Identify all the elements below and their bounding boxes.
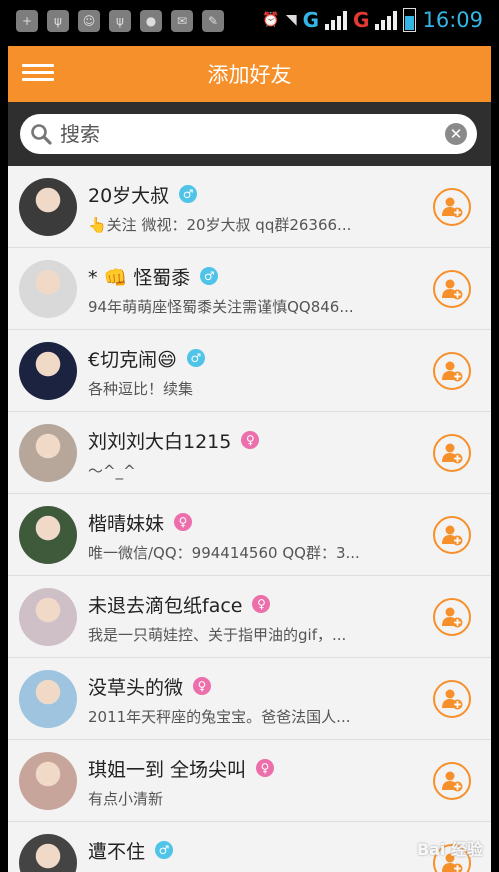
network-type-1: G [302,8,320,32]
signal-icon-2 [375,10,398,30]
friend-description: 有点小清新 [88,790,164,808]
avatar[interactable] [19,588,77,646]
male-icon: ♂ [179,185,198,203]
add-friend-button[interactable] [433,762,471,800]
friend-description: 👆关注 微视：20岁大叔 qq群26366... [88,216,352,234]
friend-description: 94年萌萌座怪蜀黍关注需谨慎QQ846... [88,298,354,316]
clock: 16:09 [422,8,483,32]
friend-description: 我是一只萌娃控、关于指甲油的gif，... [88,626,347,644]
add-friend-button[interactable] [433,188,471,226]
friend-row[interactable]: 琪姐一到 全场尖叫 ♀ 有点小清新 [8,740,491,822]
search-icon [31,124,52,145]
male-icon: ♂ [155,841,174,859]
friend-name: * 👊 怪蜀黍 [88,266,191,289]
title-bar: 添加好友 [8,46,491,102]
mail-icon: ✉ [171,10,193,32]
usb-debug-icon: ψ [109,10,131,32]
friend-name: 遭不住 [88,840,146,863]
name-line: 琪姐一到 全场尖叫 ♀ [88,755,275,781]
add-user-icon [442,197,463,218]
friend-row[interactable]: * 👊 怪蜀黍 ♂ 94年萌萌座怪蜀黍关注需谨慎QQ846... [8,248,491,330]
friend-row[interactable]: 未退去滴包纸face ♀ 我是一只萌娃控、关于指甲油的gif，... [8,576,491,658]
app-notification-icon: ● [140,10,162,32]
add-user-icon [442,279,463,300]
add-user-icon [442,689,463,710]
friend-description: 各种逗比！续集 [88,380,194,398]
name-line: 未退去滴包纸face ♀ [88,591,271,617]
add-user-icon [442,443,463,464]
add-friend-button[interactable] [433,680,471,718]
friend-row[interactable]: 没草头的微 ♀ 2011年天秤座的兔宝宝。爸爸法国人... [8,658,491,740]
male-icon: ♂ [200,267,219,285]
female-icon: ♀ [193,677,212,695]
avatar[interactable] [19,670,77,728]
alarm-icon: ⏰ [262,12,280,28]
add-friend-button[interactable] [433,270,471,308]
network-type-2: G [353,8,370,32]
friend-name: 刘刘刘大白1215 [88,430,232,453]
avatar[interactable] [19,260,77,318]
name-line: 20岁大叔 ♂ [88,181,198,207]
add-user-icon [442,525,463,546]
usb-icon: ψ [47,10,69,32]
avatar[interactable] [19,752,77,810]
friend-description: 唯一微信/QQ：994414560 QQ群：3... [88,544,360,562]
friend-row[interactable]: 20岁大叔 ♂ 👆关注 微视：20岁大叔 qq群26366... [8,166,491,248]
friend-row[interactable]: 刘刘刘大白1215 ♀ ～^_^ [8,412,491,494]
friend-name: 20岁大叔 [88,184,170,207]
avatar[interactable] [19,178,77,236]
add-user-icon [442,361,463,382]
male-icon: ♂ [186,349,205,367]
friend-row[interactable]: 楷晴妹妹 ♀ 唯一微信/QQ：994414560 QQ群：3... [8,494,491,576]
female-icon: ♀ [256,759,275,777]
name-line: * 👊 怪蜀黍 ♂ [88,263,219,289]
battery-icon [403,8,417,32]
name-line: 遭不住 ♂ [88,837,174,863]
clear-search-button[interactable]: ✕ [445,123,467,145]
edit-icon: ✎ [202,10,224,32]
avatar[interactable] [19,342,77,400]
page-title: 添加好友 [207,63,292,87]
search-box[interactable]: ✕ [20,114,477,154]
friend-name: 未退去滴包纸face [88,594,243,617]
friend-description: 2011年天秤座的兔宝宝。爸爸法国人... [88,708,351,726]
name-line: €切克闹😄 ♂ [88,345,205,371]
friend-row[interactable]: €切克闹😄 ♂ 各种逗比！续集 [8,330,491,412]
friend-name: 琪姐一到 全场尖叫 [88,758,247,781]
add-friend-button[interactable] [433,434,471,472]
android-icon: ☺ [78,10,100,32]
add-notification-icon: + [16,10,38,32]
search-input[interactable] [60,121,440,147]
add-user-icon [442,607,463,628]
name-line: 没草头的微 ♀ [88,673,212,699]
friend-name: 没草头的微 [88,676,184,699]
avatar[interactable] [19,424,77,482]
system-icons: ⏰ ◥ G G 16:09 [262,8,483,32]
add-friend-button[interactable] [433,516,471,554]
name-line: 楷晴妹妹 ♀ [88,509,193,535]
female-icon: ♀ [252,595,271,613]
friend-name: €切克闹😄 [88,348,177,371]
friend-name: 楷晴妹妹 [88,512,165,535]
search-bar: ✕ [8,102,491,166]
status-bar: + ψ ☺ ψ ● ✉ ✎ ⏰ ◥ G G 16:09 [8,0,491,46]
name-line: 刘刘刘大白1215 ♀ [88,427,260,453]
wifi-icon: ◥ [285,12,297,28]
friend-list[interactable]: 20岁大叔 ♂ 👆关注 微视：20岁大叔 qq群26366... * 👊 怪蜀黍 ♂ 94… [8,166,491,872]
signal-icon-1 [325,10,348,30]
female-icon: ♀ [241,431,260,449]
notification-icons: + ψ ☺ ψ ● ✉ ✎ [16,10,224,32]
add-friend-button[interactable] [433,352,471,390]
female-icon: ♀ [174,513,193,531]
add-user-icon [442,771,463,792]
app-frame: + ψ ☺ ψ ● ✉ ✎ ⏰ ◥ G G 16:09 添加好友 搜索 ✕ 20… [8,0,491,872]
add-friend-button[interactable] [433,598,471,636]
watermark: Bai 经验 [416,840,483,859]
avatar[interactable] [19,834,77,872]
friend-description: ～^_^ [88,462,136,480]
avatar[interactable] [19,506,77,564]
